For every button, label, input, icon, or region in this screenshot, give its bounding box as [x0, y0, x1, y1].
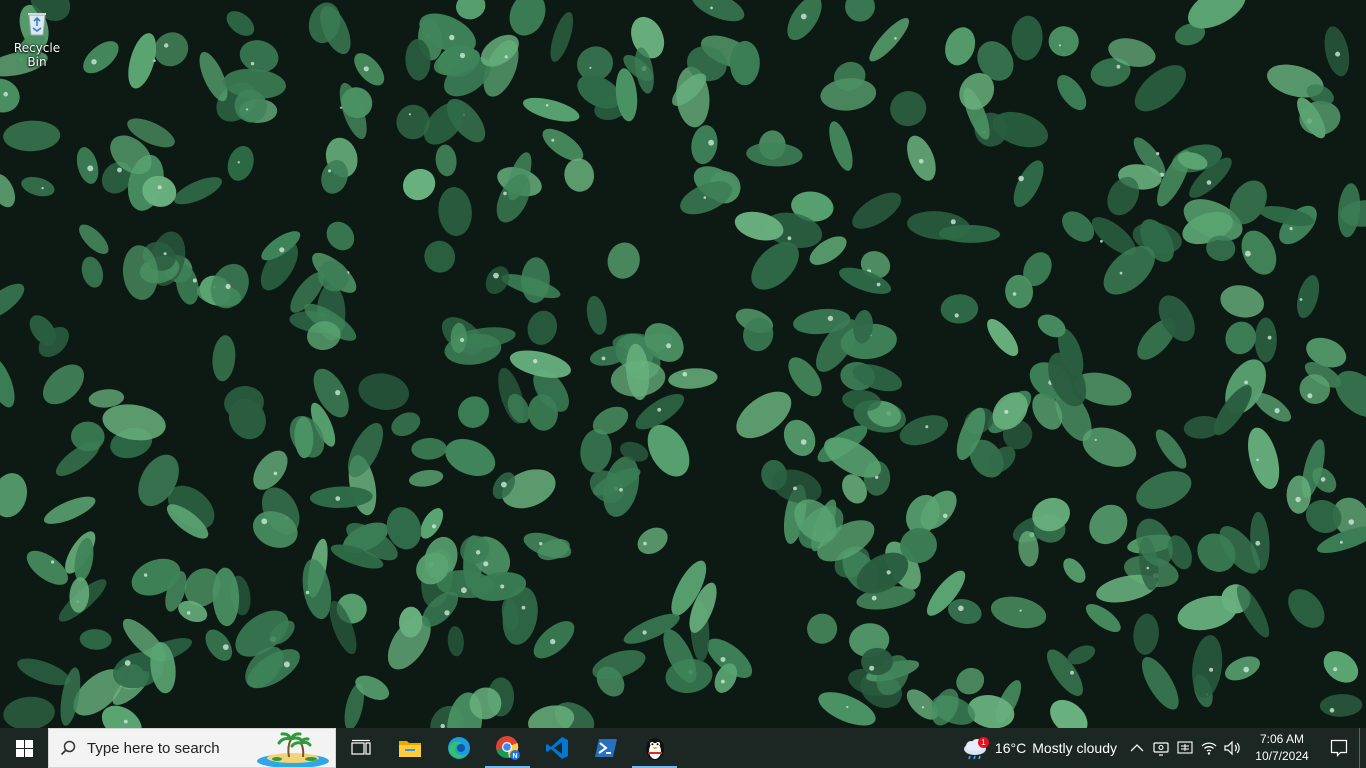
volume-button[interactable] [1221, 728, 1245, 768]
notification-center-button[interactable] [1319, 728, 1359, 768]
weather-widget[interactable]: 1 16°C Mostly cloudy [961, 728, 1125, 768]
start-button[interactable] [0, 728, 48, 768]
meet-now-button[interactable] [1149, 728, 1173, 768]
wifi-icon [1201, 742, 1217, 755]
system-tray: 1 16°C Mostly cloudy 7:06 AM 10/7/2024 [961, 728, 1366, 768]
weather-badge: 1 [977, 737, 989, 748]
chevron-up-icon [1130, 744, 1144, 752]
recycle-bin-label: Recycle Bin [13, 41, 61, 69]
recycle-bin-shortcut[interactable]: Recycle Bin [4, 6, 70, 69]
show-desktop-button[interactable] [1359, 728, 1366, 768]
volume-icon [1224, 740, 1240, 756]
search-box[interactable]: Type here to search [48, 728, 336, 768]
chrome-button[interactable]: N [483, 728, 532, 768]
taskbar: Type here to search N 1 16°C Mostly clou… [0, 728, 1366, 768]
search-icon [49, 740, 87, 756]
weather-condition: Mostly cloudy [1032, 740, 1117, 756]
clock-time: 7:06 AM [1259, 732, 1305, 746]
weather-temperature: 16°C [994, 740, 1027, 756]
svg-text:N: N [512, 753, 517, 760]
penguin-icon [645, 738, 664, 760]
tropical-island-icon [257, 732, 329, 767]
chrome-icon: N [495, 736, 520, 760]
clock[interactable]: 7:06 AM 10/7/2024 [1245, 731, 1319, 765]
input-method-button[interactable] [1173, 728, 1197, 768]
task-view-icon [350, 739, 371, 755]
edge-button[interactable] [434, 728, 483, 768]
recycle-bin-icon [28, 13, 46, 36]
notification-icon [1330, 739, 1348, 757]
powershell-icon [594, 739, 617, 757]
powershell-button[interactable] [581, 728, 630, 768]
network-button[interactable] [1197, 728, 1221, 768]
vscode-button[interactable] [532, 728, 581, 768]
penguin-app-button[interactable] [630, 728, 679, 768]
windows-logo-icon [15, 739, 33, 757]
ime-icon [1177, 741, 1193, 754]
clock-date: 10/7/2024 [1255, 749, 1309, 763]
task-view-button[interactable] [336, 728, 385, 768]
folder-icon [398, 741, 421, 757]
desktop[interactable]: Recycle Bin [0, 0, 1366, 728]
vscode-icon [545, 737, 568, 759]
wallpaper [0, 0, 1366, 728]
edge-icon [447, 737, 470, 759]
show-hidden-icons-button[interactable] [1125, 728, 1149, 768]
search-placeholder: Type here to search [87, 739, 220, 757]
file-explorer-button[interactable] [385, 728, 434, 768]
meet-now-icon [1153, 742, 1169, 756]
